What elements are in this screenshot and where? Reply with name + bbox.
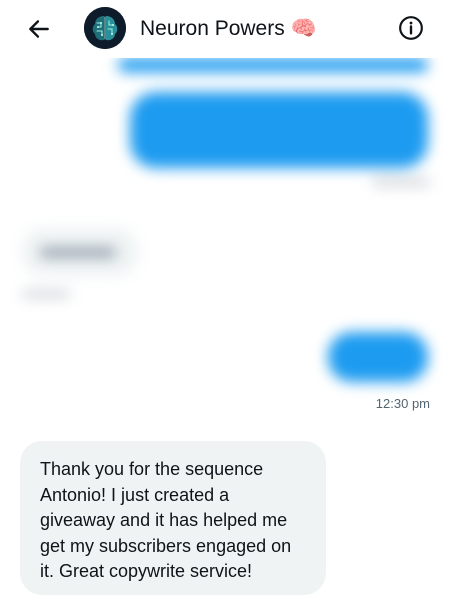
outgoing-message-bubble bbox=[118, 58, 428, 72]
outgoing-message-bubble bbox=[328, 332, 428, 382]
info-button[interactable] bbox=[394, 11, 428, 45]
brain-avatar-icon bbox=[84, 7, 126, 49]
conversation-header: Neuron Powers 🧠 bbox=[0, 0, 450, 58]
incoming-message-text: Thank you for the sequence Antonio! I ju… bbox=[40, 459, 292, 581]
blurred-message-history bbox=[0, 40, 450, 420]
back-button[interactable] bbox=[22, 12, 56, 46]
message-timestamp bbox=[22, 290, 70, 298]
dm-conversation-screen: Neuron Powers 🧠 12:30 pm Thank you for t… bbox=[0, 0, 450, 595]
arrow-left-icon bbox=[29, 20, 49, 38]
message-timestamp: 12:30 pm bbox=[375, 396, 430, 411]
incoming-message-text bbox=[40, 248, 116, 257]
incoming-message-bubble[interactable]: Thank you for the sequence Antonio! I ju… bbox=[20, 441, 326, 595]
avatar[interactable] bbox=[84, 7, 126, 49]
conversation-title[interactable]: Neuron Powers 🧠 bbox=[140, 16, 317, 42]
outgoing-message-bubble bbox=[130, 92, 428, 168]
message-timestamp bbox=[372, 178, 430, 186]
info-circle-icon bbox=[399, 16, 423, 40]
